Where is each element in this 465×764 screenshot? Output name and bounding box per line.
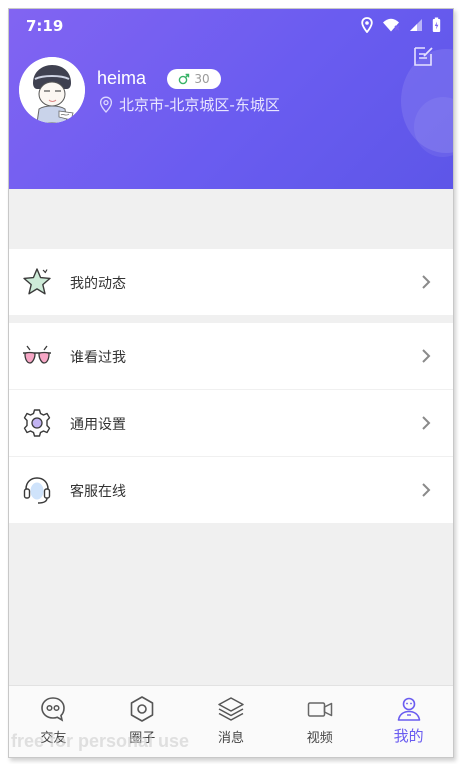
tab-video[interactable]: 视频	[275, 686, 364, 757]
location-pin-icon	[99, 96, 113, 113]
phone-screen: 7:19 heima 30 北京市-北京城区-东城区 我的动态 谁看过我 通用设…	[8, 8, 454, 758]
profile-header: 7:19 heima 30 北京市-北京城区-东城区	[9, 9, 453, 189]
chevron-right-icon	[422, 416, 431, 430]
settings-gear-icon	[23, 409, 51, 437]
glasses-icon	[23, 345, 51, 364]
status-icons	[361, 17, 441, 33]
chat-bubble-icon	[41, 697, 66, 722]
star-icon	[23, 268, 51, 295]
avatar-illustration	[19, 57, 85, 123]
video-camera-icon	[307, 702, 333, 717]
tab-label: 消息	[217, 731, 244, 746]
status-bar: 7:19	[9, 9, 453, 43]
male-gender-icon	[179, 73, 190, 85]
age-value: 30	[194, 72, 210, 86]
tab-dating[interactable]: 交友	[9, 686, 98, 757]
menu-group-2: 谁看过我 通用设置 客服在线	[9, 323, 453, 523]
chevron-right-icon	[422, 349, 431, 363]
menu-group-1: 我的动态	[9, 249, 453, 315]
bottom-tab-bar: 交友 圈子 消息 视频 我的	[9, 685, 453, 757]
location-line: 北京市-北京城区-东城区	[99, 94, 280, 115]
tab-circle[interactable]: 圈子	[98, 686, 187, 757]
layers-icon	[218, 697, 244, 721]
tab-label: 视频	[306, 731, 333, 746]
tab-messages[interactable]: 消息	[187, 686, 276, 757]
tab-label: 交友	[40, 731, 67, 746]
username: heima	[97, 68, 147, 88]
tab-label: 圈子	[129, 731, 156, 746]
avatar[interactable]	[19, 57, 85, 123]
tab-mine[interactable]: 我的	[364, 686, 453, 757]
battery-icon	[432, 17, 441, 32]
menu-item-label: 谁看过我	[70, 350, 126, 366]
status-time: 7:19	[26, 17, 64, 35]
wifi-icon	[383, 18, 400, 32]
tab-label: 我的	[393, 727, 424, 745]
signal-icon	[410, 19, 422, 31]
location-status-icon	[361, 17, 373, 33]
menu-item-general-settings[interactable]: 通用设置	[9, 390, 453, 456]
user-icon	[397, 697, 420, 721]
menu-item-my-posts[interactable]: 我的动态	[9, 249, 453, 315]
gender-age-badge: 30	[167, 69, 221, 89]
menu-item-who-viewed-me[interactable]: 谁看过我	[9, 323, 453, 389]
edit-profile-icon[interactable]	[412, 45, 434, 67]
menu-item-label: 客服在线	[70, 484, 126, 500]
hexagon-icon	[130, 696, 154, 722]
menu-item-customer-service[interactable]: 客服在线	[9, 457, 453, 523]
menu-item-label: 通用设置	[70, 417, 126, 433]
menu-item-label: 我的动态	[70, 276, 126, 292]
headset-icon	[23, 477, 51, 504]
chevron-right-icon	[422, 275, 431, 289]
chevron-right-icon	[422, 483, 431, 497]
location-text: 北京市-北京城区-东城区	[119, 96, 280, 114]
